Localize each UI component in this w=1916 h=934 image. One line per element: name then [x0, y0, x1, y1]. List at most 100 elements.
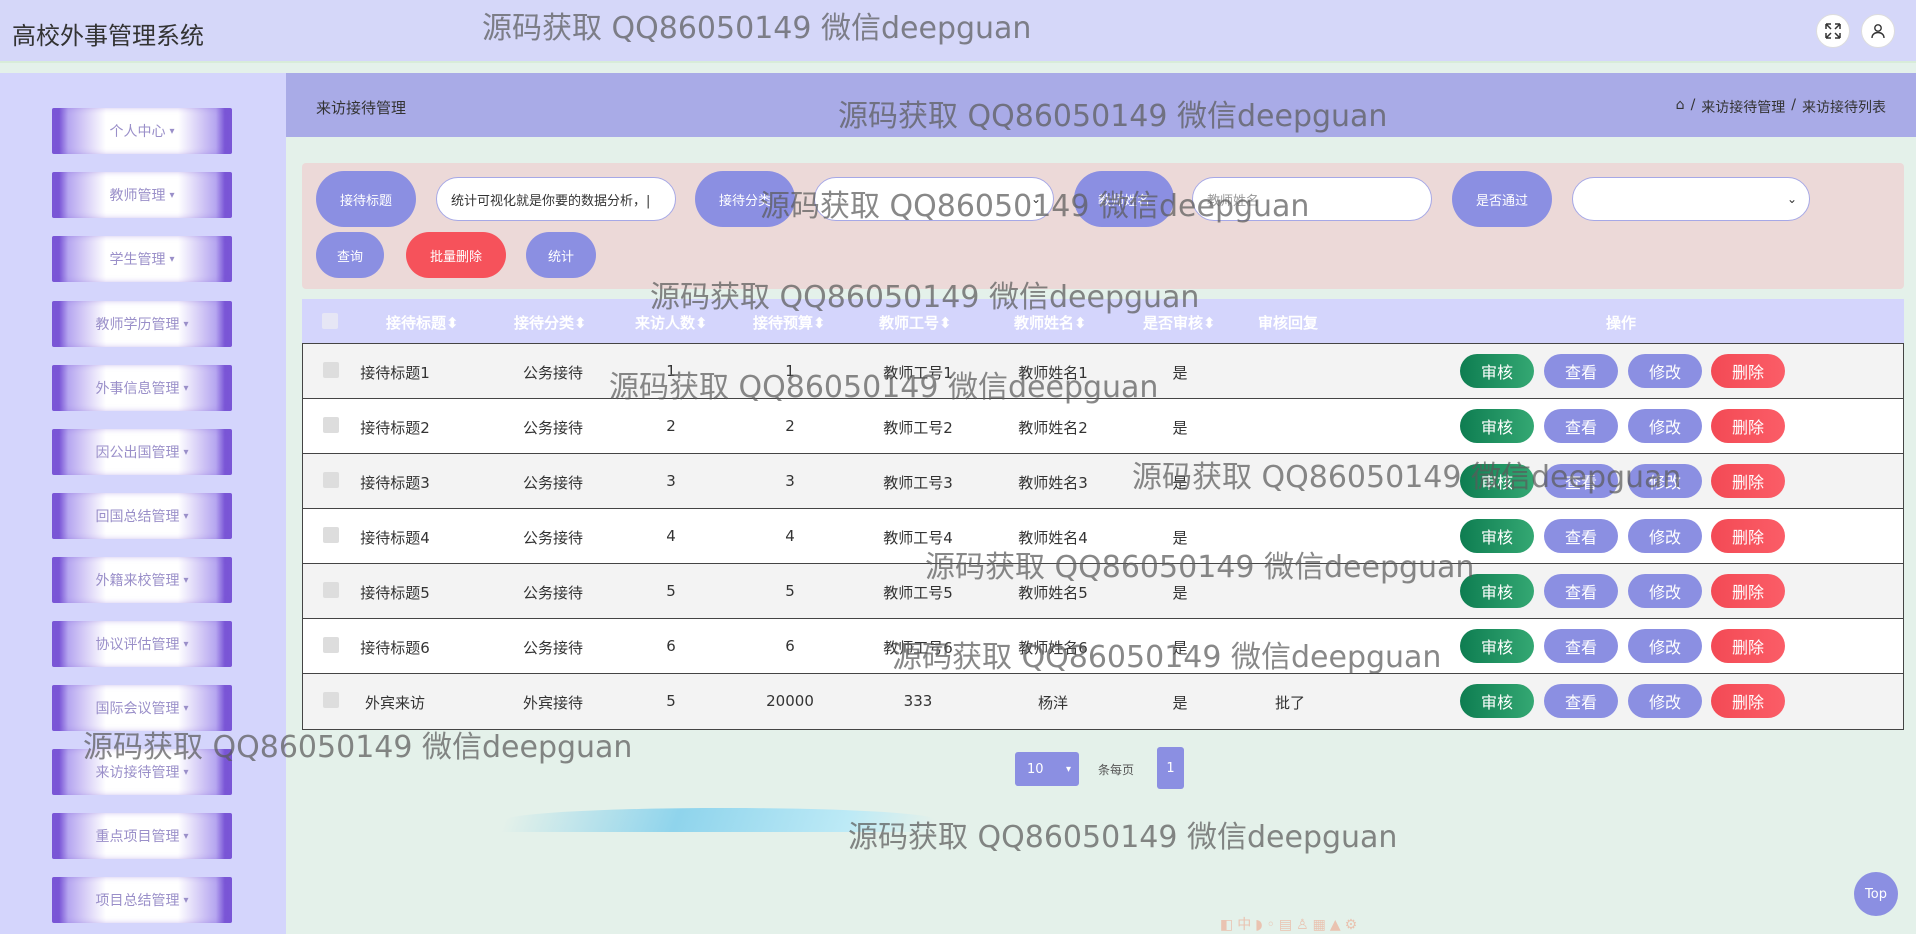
cell-teacher-no: 教师工号2	[883, 419, 953, 437]
home-icon[interactable]: ⌂	[1676, 97, 1685, 117]
category-select[interactable]: ⌄	[814, 177, 1054, 221]
title-search-input[interactable]: 统计可视化就是你要的数据分析，|	[436, 177, 676, 221]
cell-teacher-name: 教师姓名4	[1018, 529, 1088, 547]
sidebar-item[interactable]: 回国总结管理 ▾	[52, 493, 232, 539]
cell-budget: 3	[785, 472, 795, 490]
cell-teacher-no: 教师工号6	[883, 639, 953, 657]
page-size-select[interactable]: 10 ▾	[1015, 752, 1079, 786]
row-checkbox[interactable]	[323, 527, 339, 543]
delete-button[interactable]: 删除	[1711, 629, 1785, 663]
view-button[interactable]: 查看	[1544, 574, 1618, 608]
cell-audited: 是	[1172, 529, 1188, 547]
sidebar-item-label: 回国总结管理	[95, 509, 180, 525]
row-checkbox[interactable]	[323, 582, 339, 598]
view-button[interactable]: 查看	[1544, 519, 1618, 553]
page-size-value: 10	[1027, 761, 1044, 777]
cell-budget: 1	[785, 362, 795, 380]
edit-button[interactable]: 修改	[1628, 354, 1702, 388]
sidebar-item[interactable]: 项目总结管理 ▾	[52, 877, 232, 923]
edit-button[interactable]: 修改	[1628, 464, 1702, 498]
audit-button[interactable]: 审核	[1460, 354, 1534, 388]
sidebar-item[interactable]: 学生管理 ▾	[52, 236, 232, 282]
sidebar-item[interactable]: 来访接待管理 ▾	[52, 749, 232, 795]
passed-select[interactable]: ⌄	[1572, 177, 1810, 221]
back-to-top-button[interactable]: Top	[1854, 872, 1898, 916]
breadcrumb-item-module[interactable]: 来访接待管理	[1701, 97, 1785, 117]
sidebar-item-label: 协议评估管理	[95, 637, 180, 653]
audit-button[interactable]: 审核	[1460, 409, 1534, 443]
delete-button[interactable]: 删除	[1711, 409, 1785, 443]
edit-button[interactable]: 修改	[1628, 519, 1702, 553]
caret-down-icon: ▾	[183, 830, 189, 842]
view-button[interactable]: 查看	[1544, 409, 1618, 443]
cell-title: 接待标题2	[360, 419, 430, 437]
delete-button[interactable]: 删除	[1711, 464, 1785, 498]
row-checkbox[interactable]	[323, 472, 339, 488]
chevron-down-icon: ⌄	[1786, 192, 1797, 206]
view-button[interactable]: 查看	[1544, 354, 1618, 388]
row-checkbox[interactable]	[323, 362, 339, 378]
sidebar-item[interactable]: 因公出国管理 ▾	[52, 429, 232, 475]
column-header: 操作	[1606, 314, 1637, 332]
sidebar-item[interactable]: 教师学历管理 ▾	[52, 301, 232, 347]
cell-category: 公务接待	[522, 529, 584, 547]
cell-budget: 2	[785, 417, 795, 435]
sidebar-item[interactable]: 国际会议管理 ▾	[52, 685, 232, 731]
audit-button[interactable]: 审核	[1460, 629, 1534, 663]
delete-button[interactable]: 删除	[1711, 574, 1785, 608]
page-number-button[interactable]: 1	[1157, 747, 1184, 789]
sidebar-item[interactable]: 重点项目管理 ▾	[52, 813, 232, 859]
batch-delete-button[interactable]: 批量删除	[406, 232, 506, 278]
row-checkbox[interactable]	[323, 417, 339, 433]
column-header[interactable]: 教师工号⬍	[879, 312, 952, 333]
delete-button[interactable]: 删除	[1711, 354, 1785, 388]
column-header[interactable]: 接待分类⬍	[514, 312, 587, 333]
cell-teacher-name: 教师姓名2	[1018, 419, 1088, 437]
table-row: 接待标题3 公务接待 3 3 教师工号3 教师姓名3 是 审核 查看 修改 删除	[303, 454, 1903, 509]
select-all-checkbox[interactable]	[322, 313, 338, 329]
cell-category: 公务接待	[522, 474, 584, 492]
column-header[interactable]: 是否审核⬍	[1143, 312, 1216, 333]
edit-button[interactable]: 修改	[1628, 409, 1702, 443]
audit-button[interactable]: 审核	[1460, 574, 1534, 608]
audit-button[interactable]: 审核	[1460, 464, 1534, 498]
sidebar-item[interactable]: 外籍来校管理 ▾	[52, 557, 232, 603]
row-checkbox[interactable]	[323, 692, 339, 708]
view-button[interactable]: 查看	[1544, 464, 1618, 498]
audit-button[interactable]: 审核	[1460, 519, 1534, 553]
cell-audited: 是	[1172, 474, 1188, 492]
view-button[interactable]: 查看	[1544, 684, 1618, 718]
cell-audited: 是	[1172, 364, 1188, 382]
user-icon[interactable]	[1861, 14, 1895, 48]
column-header[interactable]: 教师姓名⬍	[1014, 312, 1087, 333]
column-header[interactable]: 来访人数⬍	[635, 312, 708, 333]
table-row: 接待标题2 公务接待 2 2 教师工号2 教师姓名2 是 审核 查看 修改 删除	[303, 399, 1903, 454]
sidebar-item[interactable]: 个人中心 ▾	[52, 108, 232, 154]
sidebar-item-label: 学生管理	[109, 252, 166, 268]
audit-button[interactable]: 审核	[1460, 684, 1534, 718]
caret-down-icon: ▾	[183, 446, 189, 458]
teacher-name-input[interactable]: 教师姓名	[1192, 177, 1432, 221]
column-header[interactable]: 接待预算⬍	[753, 312, 826, 333]
query-button[interactable]: 查询	[316, 232, 384, 278]
edit-button[interactable]: 修改	[1628, 684, 1702, 718]
row-checkbox[interactable]	[323, 637, 339, 653]
sidebar-item[interactable]: 协议评估管理 ▾	[52, 621, 232, 667]
view-button[interactable]: 查看	[1544, 629, 1618, 663]
stats-button[interactable]: 统计	[526, 232, 596, 278]
cell-title: 接待标题3	[360, 474, 430, 492]
sidebar-item[interactable]: 教师管理 ▾	[52, 172, 232, 218]
caret-down-icon: ▾	[183, 510, 189, 522]
table-row: 接待标题4 公务接待 4 4 教师工号4 教师姓名4 是 审核 查看 修改 删除	[303, 509, 1903, 564]
delete-button[interactable]: 删除	[1711, 684, 1785, 718]
sidebar-item[interactable]: 外事信息管理 ▾	[52, 365, 232, 411]
column-header[interactable]: 接待标题⬍	[386, 312, 459, 333]
delete-button[interactable]: 删除	[1711, 519, 1785, 553]
edit-button[interactable]: 修改	[1628, 574, 1702, 608]
edit-button[interactable]: 修改	[1628, 629, 1702, 663]
cell-audited: 是	[1172, 584, 1188, 602]
page-title: 来访接待管理	[316, 99, 407, 117]
table-row: 接待标题5 公务接待 5 5 教师工号5 教师姓名5 是 审核 查看 修改 删除	[303, 564, 1903, 619]
caret-down-icon: ▾	[183, 638, 189, 650]
fullscreen-icon[interactable]	[1816, 14, 1850, 48]
